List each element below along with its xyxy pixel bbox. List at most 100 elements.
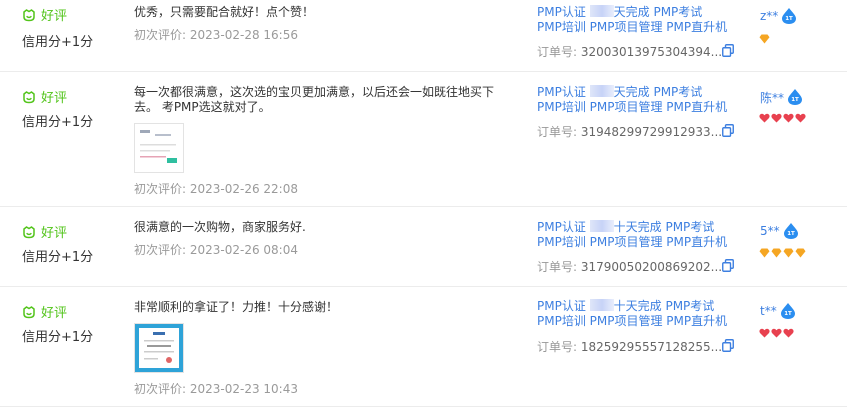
- review-row: 好评 信用分+1分 优秀，只需要配合就好！点个赞！ 初次评价: 2023-02-…: [0, 0, 847, 72]
- redacted-text: [589, 220, 614, 232]
- review-time: 初次评价: 2023-02-26 08:04: [134, 243, 298, 257]
- review-image-thumbnail: [135, 324, 183, 372]
- svg-text:1T: 1T: [787, 231, 795, 237]
- order-number: 31948299729912933...: [580, 125, 723, 139]
- water-drop-badge-icon: 1T: [788, 89, 803, 105]
- review-image[interactable]: [134, 323, 184, 373]
- svg-text:1T: 1T: [784, 311, 792, 317]
- product-title-part: PMP认证: [537, 5, 586, 19]
- buyer-level-icons: [759, 328, 794, 338]
- product-title-link[interactable]: PMP认证 十天完成 PMP考试 PMP培训 PMP项目管理 PMP直升机: [537, 220, 747, 250]
- order-info: 订单号: 32003013975304394...: [537, 43, 722, 60]
- product-title-part: 天完成 PMP考试: [613, 85, 703, 99]
- product-title-link[interactable]: PMP认证 十天完成 PMP考试 PMP培训 PMP项目管理 PMP直升机: [537, 299, 747, 329]
- heart-icon: [771, 113, 782, 123]
- review-image[interactable]: [134, 123, 184, 173]
- credit-score: 信用分+1分: [22, 250, 94, 265]
- copy-icon[interactable]: [722, 124, 734, 137]
- review-time: 初次评价: 2023-02-28 16:56: [134, 28, 298, 42]
- product-title-part: PMP认证: [537, 220, 586, 234]
- product-title-link[interactable]: PMP认证 天完成 PMP考试 PMP培训 PMP项目管理 PMP直升机: [537, 85, 747, 115]
- heart-icon: [759, 328, 770, 338]
- copy-icon[interactable]: [722, 44, 734, 57]
- water-drop-badge-icon: 1T: [783, 223, 798, 239]
- product-title-part: PMP培训 PMP项目管理 PMP直升机: [537, 100, 728, 114]
- product-title-part: PMP认证: [537, 85, 586, 99]
- reviewer[interactable]: z** 1T: [760, 7, 798, 25]
- copy-icon[interactable]: [722, 339, 734, 352]
- product-title-part: 天完成 PMP考试: [613, 5, 703, 19]
- review-comment: 每一次都很满意，这次选的宝贝更加满意，以后还会一如既往地买下去。 考PMP选这就…: [134, 85, 495, 114]
- order-number: 32003013975304394...: [580, 45, 723, 59]
- redacted-text: [589, 85, 614, 97]
- review-row: 好评 信用分+1分 每一次都很满意，这次选的宝贝更加满意，以后还会一如既往地买下…: [0, 72, 847, 207]
- reviewer-name[interactable]: 陈**: [760, 89, 784, 106]
- product-title-part: PMP培训 PMP项目管理 PMP直升机: [537, 235, 728, 249]
- credit-score: 信用分+1分: [22, 35, 94, 50]
- smile-flower-icon: [23, 8, 35, 21]
- order-label: 订单号:: [537, 260, 578, 274]
- rating: 好评: [22, 222, 67, 241]
- order-info: 订单号: 31790050200869202...: [537, 258, 722, 275]
- water-drop-badge-icon: 1T: [782, 8, 797, 24]
- order-label: 订单号:: [537, 125, 578, 139]
- credit-score: 信用分+1分: [22, 330, 94, 345]
- rating-label: 好评: [41, 9, 68, 24]
- buyer-level-icons: [759, 113, 806, 123]
- reviewer[interactable]: t** 1T: [760, 302, 797, 320]
- reviewer[interactable]: 5** 1T: [760, 222, 800, 240]
- rating-label: 好评: [41, 91, 68, 106]
- rating: 好评: [22, 302, 67, 321]
- product-title-link[interactable]: PMP认证 天完成 PMP考试 PMP培训 PMP项目管理 PMP直升机: [537, 5, 747, 35]
- heart-icon: [771, 328, 782, 338]
- copy-icon[interactable]: [722, 259, 734, 272]
- product-title-part: PMP认证: [537, 299, 586, 313]
- review-time: 初次评价: 2023-02-26 22:08: [134, 182, 298, 196]
- order-label: 订单号:: [537, 45, 578, 59]
- heart-icon: [795, 113, 806, 123]
- review-comment: 非常顺利的拿证了！力推！十分感谢！: [134, 300, 339, 314]
- diamond-icon: [771, 248, 782, 258]
- heart-icon: [783, 113, 794, 123]
- redacted-text: [589, 5, 614, 17]
- buyer-level-icons: [759, 248, 806, 258]
- review-comment: 优秀，只需要配合就好！点个赞！: [134, 5, 315, 19]
- reviewer-name[interactable]: t**: [760, 304, 777, 318]
- order-label: 订单号:: [537, 340, 578, 354]
- redacted-text: [589, 299, 614, 311]
- heart-icon: [783, 328, 794, 338]
- rating-label: 好评: [41, 226, 68, 241]
- smile-flower-icon: [23, 305, 35, 318]
- product-title-part: PMP培训 PMP项目管理 PMP直升机: [537, 20, 728, 34]
- buyer-level-icons: [759, 34, 770, 44]
- water-drop-badge-icon: 1T: [780, 303, 795, 319]
- product-title-part: 十天完成 PMP考试: [613, 220, 715, 234]
- order-info: 订单号: 18259295557128255...: [537, 338, 722, 355]
- heart-icon: [759, 113, 770, 123]
- review-row: 好评 信用分+1分 很满意的一次购物，商家服务好. 初次评价: 2023-02-…: [0, 207, 847, 287]
- order-number: 18259295557128255...: [580, 340, 723, 354]
- diamond-icon: [759, 248, 770, 258]
- diamond-icon: [795, 248, 806, 258]
- order-info: 订单号: 31948299729912933...: [537, 123, 722, 140]
- order-number: 31790050200869202...: [580, 260, 723, 274]
- svg-text:1T: 1T: [791, 97, 799, 103]
- rating: 好评: [22, 87, 67, 106]
- diamond-icon: [783, 248, 794, 258]
- reviewer-name[interactable]: 5**: [760, 224, 780, 238]
- review-time: 初次评价: 2023-02-23 10:43: [134, 382, 298, 396]
- product-title-part: 十天完成 PMP考试: [613, 299, 715, 313]
- diamond-icon: [759, 34, 770, 44]
- reviewer-name[interactable]: z**: [760, 9, 778, 23]
- review-row: 好评 信用分+1分 非常顺利的拿证了！力推！十分感谢！ 初次评价: 2023-0…: [0, 287, 847, 407]
- smile-flower-icon: [23, 225, 35, 238]
- credit-score: 信用分+1分: [22, 115, 94, 130]
- review-comment: 很满意的一次购物，商家服务好.: [134, 220, 306, 234]
- svg-text:1T: 1T: [786, 16, 794, 22]
- product-title-part: PMP培训 PMP项目管理 PMP直升机: [537, 314, 728, 328]
- rating-label: 好评: [41, 306, 68, 321]
- rating: 好评: [22, 5, 67, 24]
- smile-flower-icon: [23, 90, 35, 103]
- review-image-thumbnail: [135, 124, 183, 172]
- reviewer[interactable]: 陈** 1T: [760, 88, 804, 106]
